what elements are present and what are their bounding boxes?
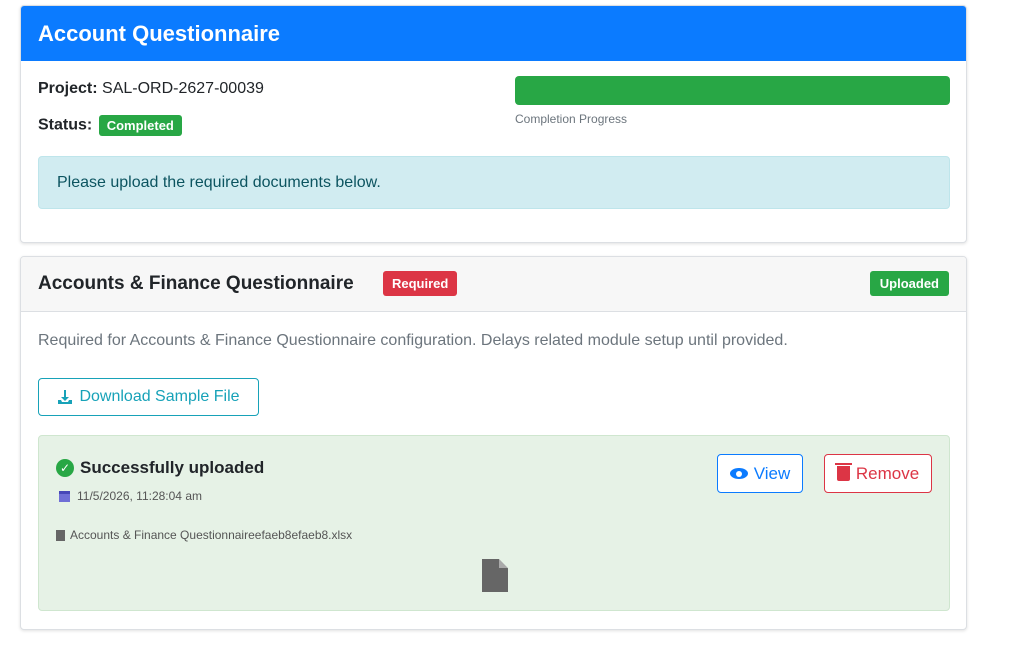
upload-result-box: ✓ Successfully uploaded 11/5/2026, 11:28…	[38, 435, 950, 611]
uploaded-badge: Uploaded	[869, 271, 949, 296]
check-circle-icon: ✓	[56, 459, 74, 477]
download-sample-label: Download Sample File	[79, 388, 240, 405]
remove-button[interactable]: Remove	[824, 454, 932, 493]
section-title: Accounts & Finance Questionnaire	[38, 273, 354, 294]
file-preview-icon[interactable]	[482, 559, 508, 592]
required-badge: Required	[383, 271, 458, 296]
eye-icon	[729, 468, 748, 479]
status-row: Status: Completed	[38, 115, 182, 136]
view-label: View	[753, 463, 791, 483]
info-alert: Please upload the required documents bel…	[38, 156, 950, 209]
upload-status: ✓ Successfully uploaded	[56, 458, 264, 478]
section-header: Accounts & Finance Questionnaire Require…	[21, 257, 966, 312]
project-label: Project:	[38, 80, 98, 97]
file-name-text: Accounts & Finance Questionnaireefaeb8ef…	[70, 528, 353, 542]
section-description: Required for Accounts & Finance Question…	[38, 332, 788, 349]
trash-icon	[834, 463, 852, 481]
progress-label: Completion Progress	[515, 112, 628, 126]
progress-fill	[515, 76, 950, 105]
page-title: Account Questionnaire	[21, 6, 966, 61]
remove-label: Remove	[855, 463, 920, 483]
download-icon	[58, 390, 73, 404]
file-icon	[56, 529, 65, 541]
upload-datetime-text: 11/5/2026, 11:28:04 am	[77, 489, 202, 503]
upload-datetime: 11/5/2026, 11:28:04 am	[59, 489, 202, 503]
account-questionnaire-card: Account Questionnaire Project: SAL-ORD-2…	[20, 5, 967, 243]
project-value: SAL-ORD-2627-00039	[102, 80, 264, 97]
status-label: Status:	[38, 116, 93, 134]
project-row: Project: SAL-ORD-2627-00039	[38, 80, 264, 98]
download-sample-button[interactable]: Download Sample File	[38, 378, 259, 416]
view-button[interactable]: View	[717, 454, 803, 493]
status-badge: Completed	[98, 115, 182, 136]
calendar-icon	[59, 490, 70, 502]
uploaded-file-name: Accounts & Finance Questionnaireefaeb8ef…	[56, 528, 352, 542]
completion-progress-bar	[515, 76, 950, 105]
upload-status-text: Successfully uploaded	[80, 458, 265, 477]
document-section-card: Accounts & Finance Questionnaire Require…	[20, 256, 967, 630]
